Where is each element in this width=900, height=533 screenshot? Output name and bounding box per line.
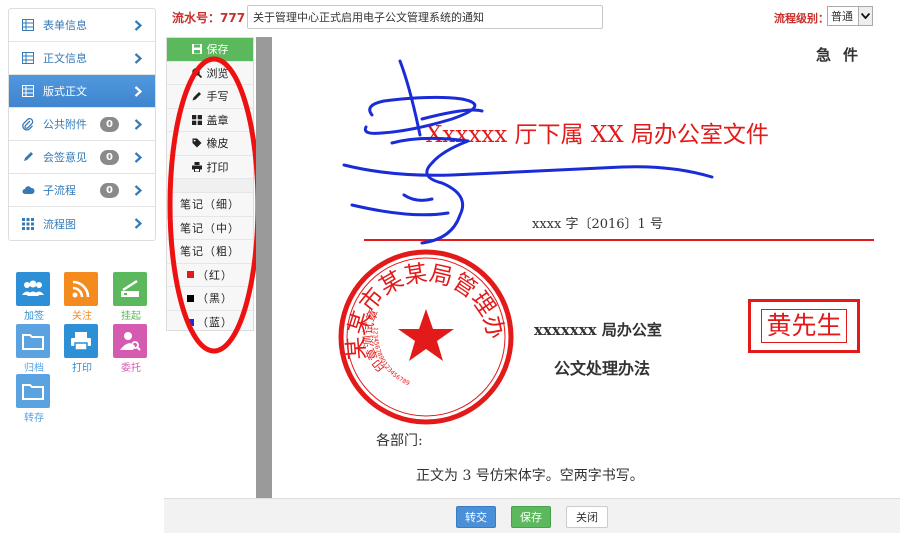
tile-label: 委托 xyxy=(121,363,141,374)
issuing-office: xxxxxxx 局办公室 xyxy=(534,321,662,339)
nav-item-body-info[interactable]: 正文信息 xyxy=(9,42,155,75)
table-icon xyxy=(21,18,35,32)
tile-label: 挂起 xyxy=(121,311,141,322)
follow-tile[interactable]: 关注 xyxy=(64,272,100,322)
chevron-right-icon xyxy=(131,118,145,130)
body-text: 正文为 3 号仿宋体字。空两字书写。 xyxy=(416,468,644,484)
count-badge: 0 xyxy=(100,149,119,165)
chevron-right-icon xyxy=(131,19,145,31)
nav-label: 版式正文 xyxy=(43,85,87,98)
chevron-right-icon xyxy=(131,85,145,97)
save-as-tile[interactable]: 转存 xyxy=(16,374,52,424)
side-nav: 表单信息 正文信息 版式正文 公共附件 0 会签意见 0 子流程 0 流程图 xyxy=(8,8,156,241)
scanner-icon xyxy=(113,272,147,306)
nav-item-flowchart[interactable]: 流程图 xyxy=(9,207,155,240)
chevron-right-icon xyxy=(131,218,145,229)
process-level-select[interactable]: 普通 xyxy=(827,6,873,26)
delegate-tile[interactable]: 委托 xyxy=(113,324,149,374)
nav-label: 子流程 xyxy=(43,184,76,197)
nav-item-subprocess[interactable]: 子流程 0 xyxy=(9,174,155,207)
user-search-icon xyxy=(113,324,147,358)
document-subject: 公文处理办法 xyxy=(554,359,651,378)
highlight-ellipse xyxy=(167,56,261,354)
nav-label: 会签意见 xyxy=(43,151,87,164)
nav-label: 公共附件 xyxy=(43,118,87,131)
paperclip-icon xyxy=(21,117,35,131)
official-seal: 某某市某某局管理办 印章测试章 1234567890123456789 xyxy=(338,249,514,425)
folder-icon xyxy=(16,324,50,358)
process-level-value: 普通 xyxy=(831,10,853,23)
nav-label: 流程图 xyxy=(43,217,76,231)
archive-tile[interactable]: 归档 xyxy=(16,324,52,374)
handwritten-signature xyxy=(342,59,714,245)
name-stamp: 黄先生 xyxy=(748,299,860,353)
count-badge: 0 xyxy=(100,182,119,198)
cloud-icon xyxy=(21,183,35,197)
tile-label: 关注 xyxy=(72,311,92,322)
seal-digits: 1234567890123456789 xyxy=(372,327,411,388)
nav-item-countersign[interactable]: 会签意见 0 xyxy=(9,141,155,174)
folder-icon xyxy=(16,374,50,408)
save-button[interactable]: 保存 xyxy=(511,506,551,528)
chevron-right-icon xyxy=(131,151,145,163)
nav-item-layout-body[interactable]: 版式正文 xyxy=(9,75,155,108)
pencil-icon xyxy=(21,150,35,164)
close-button[interactable]: 关闭 xyxy=(566,506,608,528)
add-signer-tile[interactable]: 加签 xyxy=(16,272,52,322)
printer-icon xyxy=(64,324,98,358)
urgency-label: 急件 xyxy=(815,46,870,64)
nav-label: 表单信息 xyxy=(43,19,87,32)
document-headline: Xxxxxx 厅下属 XX 局办公室文件 xyxy=(426,122,769,148)
tile-label: 归档 xyxy=(24,363,44,374)
tile-label: 转存 xyxy=(24,413,44,424)
nav-item-attachments[interactable]: 公共附件 0 xyxy=(9,108,155,141)
serial-number: 流水号：777 xyxy=(172,11,246,25)
count-badge: 0 xyxy=(100,116,119,132)
nav-item-form-info[interactable]: 表单信息 xyxy=(9,9,155,42)
chevron-down-icon xyxy=(858,7,872,25)
print-tile[interactable]: 打印 xyxy=(64,324,100,374)
grid-icon xyxy=(21,217,35,231)
process-level-label: 流程级别： xyxy=(774,12,829,25)
floppy-icon xyxy=(191,44,202,55)
document-number: xxxx 字〔2016〕1 号 xyxy=(532,217,663,232)
suspend-tile[interactable]: 挂起 xyxy=(113,272,149,322)
document-title-input[interactable] xyxy=(247,5,603,29)
salutation: 各部门: xyxy=(376,433,423,449)
name-stamp-text: 黄先生 xyxy=(761,309,847,343)
nav-label: 正文信息 xyxy=(43,52,87,65)
table-icon xyxy=(21,51,35,65)
chevron-right-icon xyxy=(131,184,145,196)
tile-label: 打印 xyxy=(72,363,92,374)
chevron-right-icon xyxy=(131,52,145,64)
rss-icon xyxy=(64,272,98,306)
document-page: 急件 Xxxxxx 厅下属 XX 局办公室文件 xxxx 字〔2016〕1 号 … xyxy=(272,37,900,498)
red-divider xyxy=(364,239,874,241)
table-icon xyxy=(21,84,35,98)
tile-label: 加签 xyxy=(24,311,44,322)
svg-text:1234567890123456789: 1234567890123456789 xyxy=(372,327,411,388)
transfer-button[interactable]: 转交 xyxy=(456,506,496,528)
users-icon xyxy=(16,272,50,306)
